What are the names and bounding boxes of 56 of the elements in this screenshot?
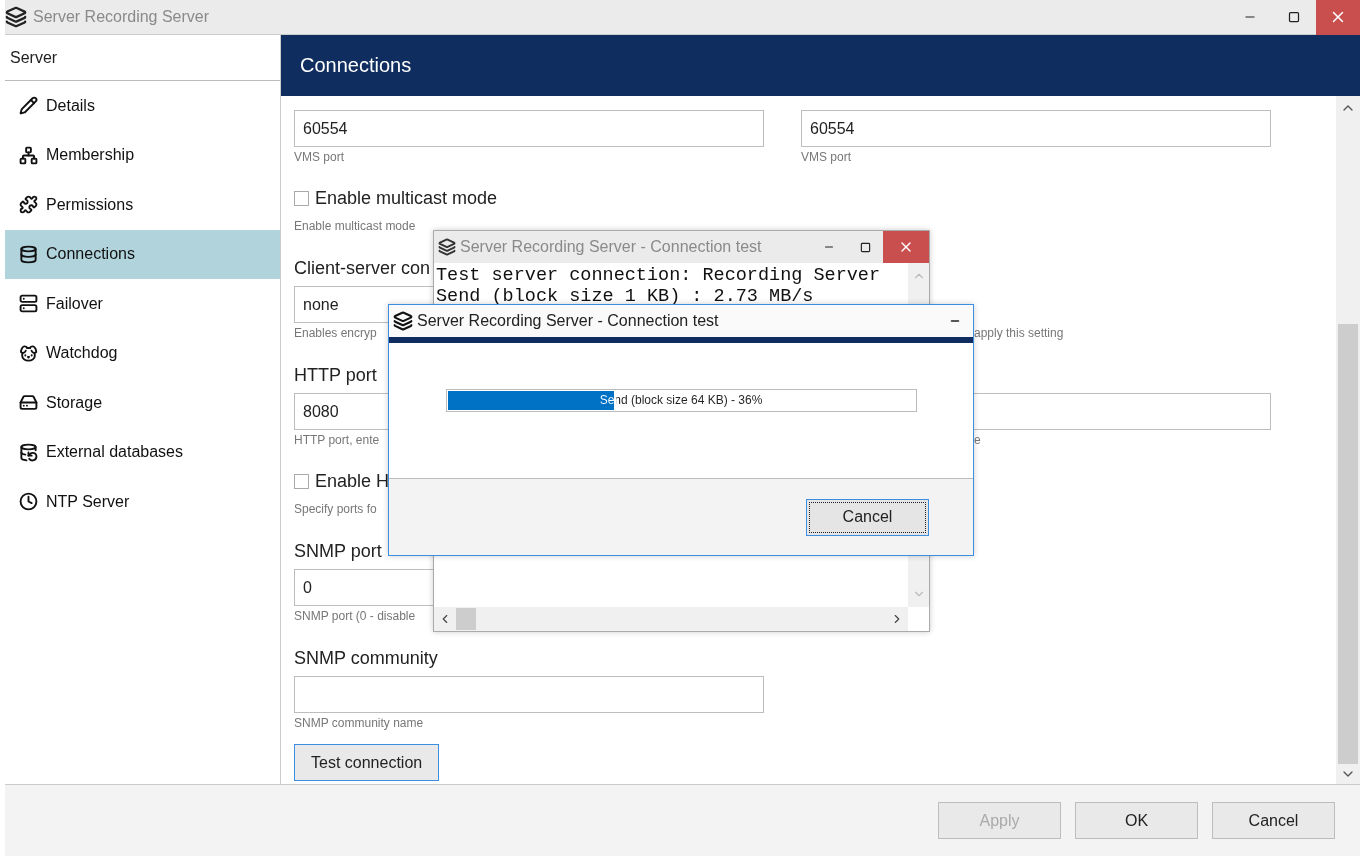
server-icon — [19, 294, 38, 314]
hint-text: SNMP community name — [294, 716, 424, 730]
test-connection-button[interactable]: Test connection — [294, 744, 440, 781]
sidebar-item[interactable]: Permissions — [5, 180, 280, 230]
puzzle-icon — [19, 195, 38, 215]
field-label: SNMP port — [294, 540, 382, 563]
text-field[interactable]: 60554 — [801, 110, 1271, 147]
hard-drive-icon — [19, 393, 38, 413]
checkbox[interactable]: Enable H — [294, 470, 390, 492]
checkbox[interactable]: Enable multicast mode — [294, 187, 498, 209]
log-line: Test server connection: Recording Server — [436, 265, 882, 286]
layers-icon — [393, 311, 413, 331]
sidebar-item[interactable]: Storage — [5, 378, 280, 428]
field-label: SNMP community — [294, 647, 438, 670]
pencil-icon — [19, 96, 38, 116]
window-title: Server Recording Server — [33, 8, 211, 26]
dialog-title: Server Recording Server - Connection test — [417, 312, 720, 330]
layers-icon — [5, 6, 27, 28]
sidebar-item[interactable]: Details — [5, 81, 280, 131]
text-field[interactable]: 60554 — [294, 110, 764, 147]
sidebar-item[interactable]: Failover — [5, 279, 280, 329]
layers-icon — [438, 238, 456, 256]
database-icon — [19, 244, 38, 264]
panel-header: Connections — [281, 35, 1360, 96]
hint-text: Enables encryp — [294, 326, 377, 340]
hierarchy-icon — [19, 145, 38, 165]
footer-button[interactable]: OK — [1075, 802, 1198, 839]
hint-text: Enable multicast mode — [294, 219, 416, 233]
database-arrow-icon — [19, 442, 38, 462]
hint-text: VMS port — [294, 150, 344, 164]
hint-text: HTTP port, ente — [294, 433, 380, 447]
field-label: Client-server con — [294, 257, 431, 280]
clock-icon — [19, 492, 38, 512]
field-label: HTTP port — [294, 364, 377, 387]
footer-button[interactable]: Cancel — [1212, 802, 1335, 839]
dog-icon — [19, 343, 38, 363]
sidebar-item[interactable]: Watchdog — [5, 328, 280, 378]
hint-text: SNMP port (0 - disable — [294, 609, 416, 623]
sidebar-item[interactable]: NTP Server — [5, 477, 280, 527]
text-field[interactable] — [294, 676, 764, 713]
scrollbar[interactable] — [1336, 96, 1360, 784]
hint-text: VMS port — [801, 150, 851, 164]
cancel-button[interactable]: Cancel — [806, 498, 929, 536]
hint-text: apply this setting — [974, 326, 1064, 340]
sidebar-item[interactable]: Connections — [5, 229, 280, 279]
hint-text: Specify ports fo — [294, 502, 377, 516]
log-line: Send (block size 1 KB) : 2.73 MB/s — [436, 286, 815, 307]
scrollbar-thumb[interactable] — [456, 608, 476, 630]
maximize-icon — [859, 241, 871, 253]
maximize-icon — [1288, 11, 1300, 23]
sidebar-item[interactable]: Membership — [5, 130, 280, 180]
sidebar-item[interactable]: External databases — [5, 427, 280, 477]
dialog-title: Server Recording Server - Connection test — [460, 238, 763, 256]
hint-text: e — [974, 433, 981, 447]
sidebar-title: Server — [5, 35, 280, 81]
horizontal-scrollbar[interactable] — [434, 607, 908, 631]
